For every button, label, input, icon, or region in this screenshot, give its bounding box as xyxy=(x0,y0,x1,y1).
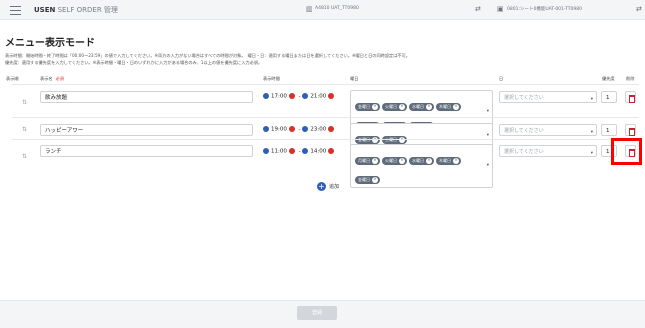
highlight-box xyxy=(611,138,642,165)
weekday-chip: 金曜日 × xyxy=(355,136,380,144)
header-delete: 削除 xyxy=(626,76,635,81)
priority-input[interactable]: 1 xyxy=(601,124,617,136)
weekday-chip: 水曜日 × xyxy=(409,157,434,165)
swap-icon[interactable]: ⇄ xyxy=(475,5,481,13)
weekday-chip: 月曜日× xyxy=(355,157,380,165)
chevron-down-icon[interactable]: ▾ xyxy=(487,133,489,138)
header-time: 表示時間 xyxy=(263,76,280,81)
weekday-chip: 水曜日 × xyxy=(409,103,434,111)
add-button[interactable]: + 追加 xyxy=(317,182,339,191)
chip-remove-icon[interactable]: × xyxy=(399,158,405,164)
day-select[interactable]: 選択してください ▾ xyxy=(499,124,597,136)
app-title: USEN SELF ORDER 管理 xyxy=(34,6,118,14)
top-bar: USEN SELF ORDER 管理 ▥ A4810 UAT_TT0980 ⇄ … xyxy=(0,0,645,20)
time-separator: - xyxy=(298,148,301,155)
chip-remove-icon[interactable]: × xyxy=(399,104,405,110)
chevron-down-icon[interactable]: ▾ xyxy=(487,109,489,114)
device-name[interactable]: 0801:シート0機能UAT-001-TT0980 xyxy=(507,6,582,12)
chip-remove-icon[interactable]: × xyxy=(372,137,378,143)
weekday-select[interactable]: 月曜日 × 火曜日 × 水曜日 × 木曜日 × 金曜日 × ▾ xyxy=(350,144,493,188)
clock-icon xyxy=(263,126,269,132)
time-range[interactable]: 19:00 - 23:00 xyxy=(263,126,343,136)
chevron-down-icon: ▾ xyxy=(590,97,593,102)
header-day: 日 xyxy=(499,76,504,81)
trash-icon xyxy=(628,94,635,103)
store-name[interactable]: A4810 UAT_TT0980 xyxy=(315,6,359,11)
start-time[interactable]: 11:00 xyxy=(271,149,287,155)
clock-icon xyxy=(263,93,269,99)
priority-input[interactable]: 1 xyxy=(601,91,617,103)
chevron-down-icon[interactable]: ▾ xyxy=(487,163,489,168)
weekday-chip: 火曜日 × xyxy=(382,157,407,165)
name-input[interactable]: ハッピーアワー xyxy=(40,124,253,136)
drag-handle-icon[interactable]: ⇅ xyxy=(22,99,27,106)
drag-handle-icon[interactable]: ⇅ xyxy=(22,126,27,133)
description-line-2: 優先度：適用する優先度を入力してください。※表示時間・曜日・日のいずれかに入力が… xyxy=(5,60,263,65)
clear-start-icon[interactable] xyxy=(288,93,295,99)
chevron-down-icon: ▾ xyxy=(590,151,593,156)
chip-remove-icon[interactable]: × xyxy=(453,104,459,110)
weekday-chip: 火曜日 × xyxy=(382,103,407,111)
header-weekday: 曜日 xyxy=(350,76,359,81)
device-icon: ▣ xyxy=(497,5,504,13)
page-title: メニュー表示モード xyxy=(5,38,95,49)
delete-button[interactable] xyxy=(625,124,636,136)
drag-handle-icon[interactable]: ⇅ xyxy=(22,153,27,160)
time-separator: - xyxy=(298,126,301,133)
delete-button[interactable] xyxy=(625,91,636,103)
time-range[interactable]: 11:00 - 14:00 xyxy=(263,148,343,158)
store-icon: ▥ xyxy=(306,5,313,13)
name-input[interactable]: 飲み放題 xyxy=(40,91,253,103)
weekday-chip: 土曜日× xyxy=(382,136,407,144)
required-badge: 必須 xyxy=(55,76,64,81)
time-separator: - xyxy=(298,93,301,100)
row-divider xyxy=(12,117,639,118)
chevron-down-icon: ▾ xyxy=(590,130,593,135)
plus-icon: + xyxy=(317,182,326,191)
save-button[interactable]: 登録 xyxy=(297,306,337,320)
clear-end-icon[interactable] xyxy=(328,93,335,99)
swap-icon-right[interactable]: ⇄ xyxy=(636,5,642,13)
clear-start-icon[interactable] xyxy=(288,148,295,154)
end-time[interactable]: 21:00 xyxy=(310,94,326,100)
end-time[interactable]: 14:00 xyxy=(310,149,326,155)
clear-end-icon[interactable] xyxy=(328,126,335,132)
clock-icon xyxy=(263,148,269,154)
header-order: 表示順 xyxy=(6,76,19,81)
menu-icon[interactable] xyxy=(10,6,21,15)
day-select[interactable]: 選択してください ▾ xyxy=(499,145,597,157)
clock-icon xyxy=(302,148,309,154)
chip-remove-icon[interactable]: × xyxy=(372,104,378,110)
chip-remove-icon[interactable]: × xyxy=(399,137,405,143)
weekday-chip: 金曜日 × xyxy=(355,176,380,184)
name-input[interactable]: ランチ xyxy=(40,145,253,157)
time-range[interactable]: 17:00 - 21:00 xyxy=(263,93,343,103)
weekday-chip: 木曜日 × xyxy=(436,103,461,111)
clear-start-icon[interactable] xyxy=(288,126,295,132)
clock-icon xyxy=(302,126,309,132)
chip-remove-icon[interactable]: × xyxy=(453,158,459,164)
chip-remove-icon[interactable]: × xyxy=(426,158,432,164)
start-time[interactable]: 19:00 xyxy=(271,127,287,133)
description-line-1: 表示時間：開始時間・終了時間は「00:00〜23:59」の値で入力してください。… xyxy=(5,53,410,58)
start-time[interactable]: 17:00 xyxy=(271,94,287,100)
weekday-chip: 金曜日 × xyxy=(355,103,380,111)
chip-remove-icon[interactable]: × xyxy=(372,158,378,164)
chip-remove-icon[interactable]: × xyxy=(426,104,432,110)
clock-icon xyxy=(302,93,309,99)
chip-remove-icon[interactable]: × xyxy=(372,177,378,183)
header-priority: 優先度 xyxy=(602,76,615,81)
trash-icon xyxy=(628,127,635,136)
header-name: 表示名 必須 xyxy=(40,76,64,81)
weekday-chip: 木曜日 × xyxy=(436,157,461,165)
header-divider xyxy=(12,84,639,85)
clear-end-icon[interactable] xyxy=(328,148,335,154)
end-time[interactable]: 23:00 xyxy=(310,127,326,133)
day-select[interactable]: 選択してください ▾ xyxy=(499,91,597,103)
row-divider xyxy=(12,139,639,140)
